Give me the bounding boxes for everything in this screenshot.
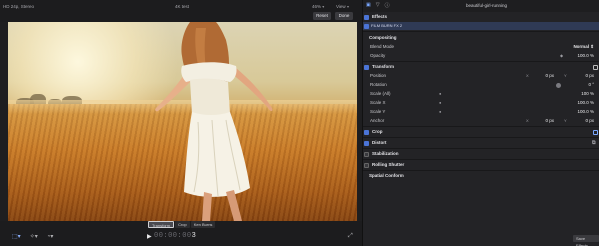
fullscreen-icon[interactable]: ⤢ [348, 233, 353, 240]
crop-onscreen-control-icon[interactable] [593, 129, 598, 135]
resolution-label: HD 24p, Stereo [3, 4, 35, 9]
transform-mode-group: Transform Crop Ken Burns [148, 221, 216, 228]
scale-all-row[interactable]: Scale (All) ● 100 % [363, 90, 599, 98]
timecode-frame: 3 [191, 232, 197, 240]
timecode-display: 00:00:003 [154, 232, 196, 240]
crop-section-header[interactable]: Crop [363, 128, 599, 136]
zoom-menu[interactable]: 46% ▾ [312, 4, 324, 9]
chevron-updown-icon: ⇕ [590, 44, 594, 49]
effect-row-film-burn[interactable]: FILM BURN FX 2 [363, 22, 599, 30]
anchor-row[interactable]: Anchor X 0 px Y 0 px [363, 117, 599, 125]
transform-checkbox[interactable] [364, 64, 369, 70]
stabilization-checkbox[interactable] [364, 151, 369, 157]
anchor-y-value[interactable]: 0 px [585, 117, 594, 125]
view-label: View [336, 4, 346, 9]
chevron-down-icon: ▾ [346, 4, 349, 9]
scale-y-value[interactable]: 100.0 % [577, 108, 594, 116]
position-y-value[interactable]: 0 px [585, 72, 594, 80]
zoom-value: 46% [312, 4, 322, 9]
viewer-tools: ⬚▾ ✧▾ ◔▾ [12, 233, 53, 240]
view-menu[interactable]: View ▾ [336, 4, 349, 9]
save-effects-button[interactable]: Save Effects [573, 235, 599, 246]
slider-thumb-icon[interactable]: ● [439, 90, 441, 98]
scale-all-value[interactable]: 100 % [581, 90, 594, 98]
distort-onscreen-control-icon[interactable]: ⧉ [592, 139, 596, 147]
stabilization-section-header[interactable]: Stabilization [363, 150, 599, 158]
compositing-section-header[interactable]: Compositing [363, 34, 599, 42]
anchor-x-value[interactable]: 0 px [545, 117, 554, 125]
reset-button[interactable]: Reset [313, 12, 331, 20]
effect-enable-checkbox[interactable] [364, 23, 369, 29]
spatial-conform-section-header[interactable]: Spatial Conform [363, 172, 599, 180]
done-button[interactable]: Done [335, 12, 353, 20]
timecode-dim: 00:00:00 [154, 232, 192, 240]
clip-title: beautiful-girl-running [465, 3, 508, 8]
opacity-row[interactable]: Opacity ◆ 100.0 % [363, 52, 599, 60]
play-icon[interactable]: ▶ [147, 233, 152, 240]
project-label: 4K test [175, 4, 190, 9]
transform-section-header[interactable]: Transform [363, 63, 599, 71]
slider-thumb-icon[interactable]: ● [439, 99, 441, 107]
rotation-value[interactable]: 0 ° [588, 81, 594, 89]
crop-tool-icon[interactable]: ⬚▾ [12, 233, 21, 240]
chevron-down-icon: ▾ [322, 4, 325, 9]
inspector-panel: ▣ ▽ ⓘ beautiful-girl-running Effects FIL… [362, 0, 599, 246]
ken-burns-mode-button[interactable]: Ken Burns [190, 221, 216, 228]
running-girl-figure [155, 22, 273, 221]
viewer-panel: HD 24p, Stereo 4K test 46% ▾ View ▾ Rese… [0, 0, 362, 246]
slider-thumb-icon[interactable]: ● [439, 108, 441, 116]
position-x-value[interactable]: 0 px [545, 72, 554, 80]
opacity-value[interactable]: 100.0 % [577, 52, 594, 60]
speedometer-icon[interactable]: ◔▾ [47, 233, 54, 240]
crop-mode-button[interactable]: Crop [175, 221, 190, 228]
rotation-row[interactable]: Rotation 0 ° [363, 81, 599, 89]
scale-y-row[interactable]: Scale Y ● 100.0 % [363, 108, 599, 116]
magic-wand-icon[interactable]: ✧▾ [30, 233, 38, 240]
rotation-dial[interactable] [556, 82, 561, 88]
rolling-shutter-checkbox[interactable] [364, 162, 369, 168]
effects-section-header[interactable]: Effects [363, 13, 599, 21]
scale-x-row[interactable]: Scale X ● 100.0 % [363, 99, 599, 107]
rolling-shutter-section-header[interactable]: Rolling Shutter [363, 161, 599, 169]
position-row[interactable]: Position X 0 px Y 0 px [363, 72, 599, 80]
viewer-toolbar: HD 24p, Stereo 4K test 46% ▾ View ▾ Rese… [0, 0, 362, 22]
video-canvas[interactable] [8, 22, 357, 221]
transform-onscreen-control-icon[interactable] [593, 64, 598, 70]
keyframe-icon[interactable]: ◆ [560, 52, 563, 60]
viewer-footer: Transform Crop Ken Burns ⬚▾ ✧▾ ◔▾ ▶ 00:0… [0, 221, 362, 246]
blend-mode-row[interactable]: Blend Mode Normal ⇕ [363, 43, 599, 51]
scale-x-value[interactable]: 100.0 % [577, 99, 594, 107]
crop-checkbox[interactable] [364, 129, 369, 135]
distort-section-header[interactable]: Distort ⧉ [363, 139, 599, 147]
inspector-header: ▣ ▽ ⓘ beautiful-girl-running [363, 0, 599, 12]
distort-checkbox[interactable] [364, 140, 369, 146]
blend-mode-select[interactable]: Normal ⇕ [573, 43, 594, 51]
effects-checkbox[interactable] [364, 14, 369, 20]
transform-mode-button[interactable]: Transform [148, 221, 175, 228]
